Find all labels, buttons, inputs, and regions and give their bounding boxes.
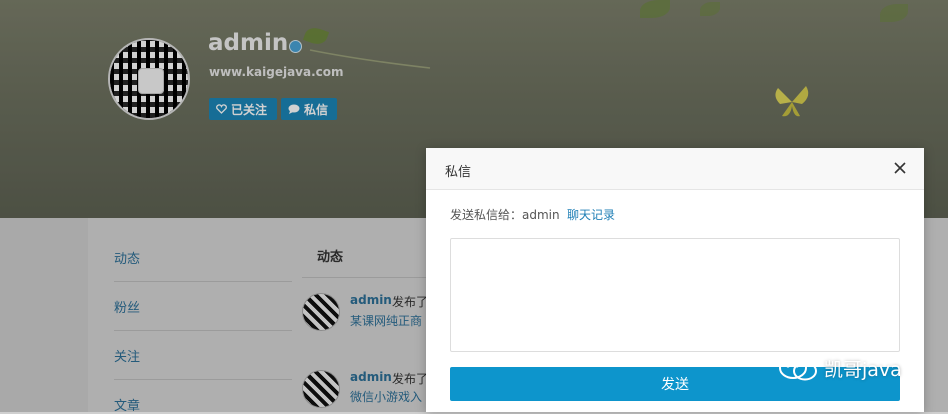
chat-history-link[interactable]: 聊天记录 <box>567 206 615 223</box>
watermark-text: 凯哥java <box>824 359 902 381</box>
dialog-title: 私信 <box>445 165 472 180</box>
wechat-icon <box>779 356 817 380</box>
recipient-label: 发送私信给：admin <box>450 206 560 223</box>
dialog-header: 私信 <box>426 148 924 190</box>
wechat-watermark: 凯哥java <box>778 355 902 382</box>
recipient-prefix: 发送私信给： <box>450 208 523 222</box>
close-icon[interactable] <box>892 160 908 176</box>
message-input[interactable] <box>450 238 900 352</box>
recipient-name: admin <box>522 208 560 222</box>
